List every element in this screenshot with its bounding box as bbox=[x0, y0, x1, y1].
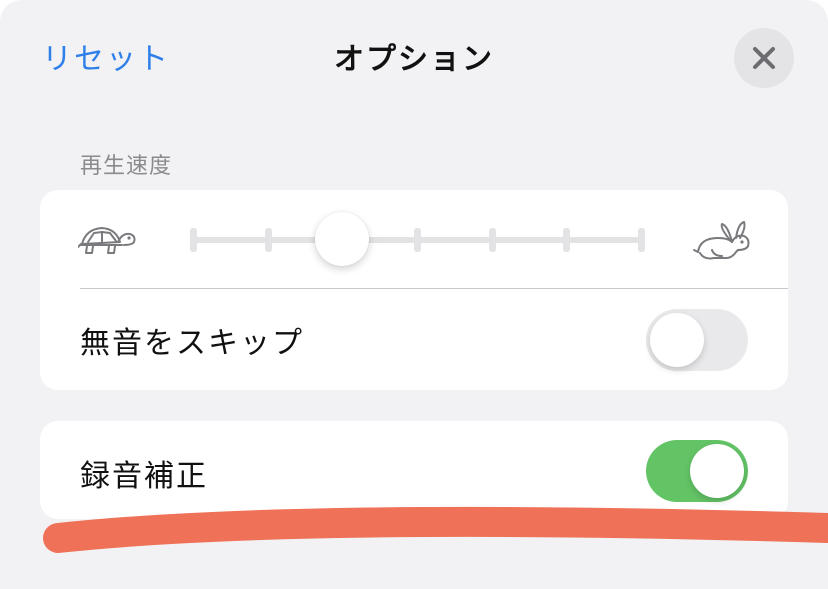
slider-tick bbox=[488, 228, 496, 252]
slider-thumb[interactable] bbox=[315, 212, 370, 266]
enhance-recording-toggle[interactable] bbox=[646, 440, 748, 502]
slider-tick bbox=[638, 228, 645, 252]
skip-silence-toggle[interactable] bbox=[646, 309, 748, 371]
playback-speed-slider[interactable] bbox=[190, 212, 645, 266]
slider-tick bbox=[264, 228, 272, 252]
toggle-knob bbox=[650, 313, 704, 367]
slider-tick bbox=[190, 228, 197, 252]
close-button[interactable] bbox=[734, 28, 794, 88]
slider-tick bbox=[414, 228, 421, 252]
enhance-recording-label: 録音補正 bbox=[80, 459, 208, 494]
options-sheet: リセット オプション 再生速度 無音をスキップ 録音補正 bbox=[0, 0, 828, 589]
playback-speed-label: 再生速度 bbox=[80, 154, 173, 179]
playback-speed-card: 無音をスキップ bbox=[40, 190, 788, 390]
enhance-recording-card: 録音補正 bbox=[40, 421, 788, 519]
close-icon bbox=[753, 47, 775, 69]
toggle-knob bbox=[690, 444, 744, 498]
sheet-title: オプション bbox=[334, 42, 494, 77]
rabbit-icon bbox=[693, 221, 750, 260]
row-divider bbox=[80, 288, 788, 289]
skip-silence-label: 無音をスキップ bbox=[80, 326, 304, 361]
slider-tick bbox=[563, 228, 571, 252]
turtle-icon bbox=[78, 227, 136, 254]
